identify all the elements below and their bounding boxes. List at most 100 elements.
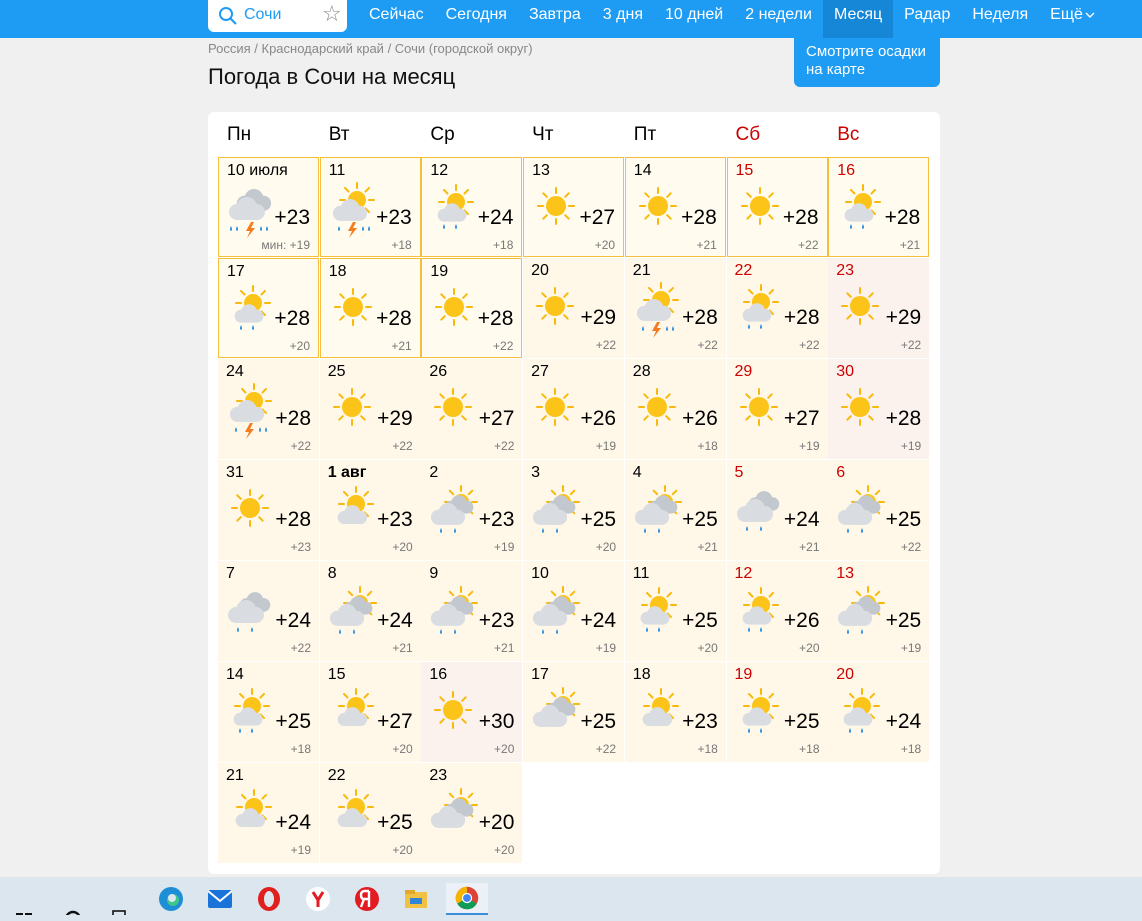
calendar-day-cell[interactable]: 21 +28 +22 (624, 258, 726, 358)
calendar-day-cell[interactable]: 22 +25 +20 (319, 763, 421, 863)
calendar-day-cell[interactable]: 20 +29 +22 (523, 258, 625, 358)
nav-today[interactable]: Сегодня (435, 0, 518, 38)
calendar-day-cell[interactable]: 8 +24 +21 (319, 561, 421, 661)
sun-cloud-rain-icon (233, 688, 270, 733)
sun-cloud-icon (642, 688, 679, 727)
calendar-day-cell[interactable]: 24 +28 +22 (218, 359, 319, 459)
chrome-browser-icon[interactable] (446, 883, 488, 915)
calendar-day-cell[interactable]: 12 +24 +18 (421, 157, 523, 257)
calendar-day-cell[interactable]: 18 +28 +21 (319, 258, 421, 358)
nav-week[interactable]: Неделя (961, 0, 1039, 38)
task-view-icon[interactable] (104, 883, 136, 915)
min-temperature: +22 (392, 439, 413, 453)
calendar-day-cell[interactable]: 7 +24 +22 (218, 561, 319, 661)
day-date: 15 (327, 666, 346, 683)
max-temperature: +27 (478, 407, 515, 430)
sun-clouds-rain-icon (532, 485, 581, 533)
file-explorer-icon[interactable] (400, 883, 432, 915)
nav-3-days[interactable]: 3 дня (592, 0, 654, 38)
max-temperature: +25 (682, 508, 718, 531)
calendar-day-cell[interactable]: 3 +25 +20 (523, 460, 625, 560)
day-date: 9 (429, 565, 439, 582)
windows-start-icon[interactable] (8, 883, 40, 915)
min-temperature-row: +22 (799, 338, 819, 352)
sun-cloud-thunder-rain-icon (636, 282, 679, 338)
calendar-day-cell[interactable]: 15 +27 +20 (319, 662, 421, 762)
mail-icon[interactable] (204, 883, 236, 915)
nav-tomorrow[interactable]: Завтра (518, 0, 592, 38)
calendar-day-cell[interactable]: 12 +26 +20 (726, 561, 828, 661)
calendar-day-cell[interactable]: 6 +25 +22 (828, 460, 930, 560)
max-temperature: +25 (580, 508, 617, 531)
calendar-day-cell[interactable]: 27 +26 +19 (523, 359, 625, 459)
calendar-day-cell[interactable]: 4 +25 +21 (624, 460, 726, 560)
min-temperature-row: +19 (799, 439, 819, 453)
calendar-day-cell[interactable]: 14 +28 +21 (624, 157, 726, 257)
search-input[interactable]: Сочи (244, 6, 281, 24)
sun-cloud-rain-icon (742, 688, 779, 733)
day-date: 28 (632, 363, 651, 380)
min-temperature-row: +19 (494, 540, 514, 554)
calendar-day-cell[interactable]: 17 +28 +20 (218, 258, 319, 358)
calendar-day-cell[interactable]: 25 +29 +22 (319, 359, 421, 459)
nav-10-days[interactable]: 10 дней (654, 0, 734, 38)
calendar-day-cell[interactable]: 15 +28 +22 (726, 157, 828, 257)
breadcrumb-region[interactable]: Краснодарский край (262, 41, 384, 56)
calendar-day-cell[interactable]: 20 +24 +18 (828, 662, 930, 762)
edge-browser-icon[interactable] (155, 883, 187, 915)
sun-icon (434, 691, 473, 729)
calendar-day-cell[interactable]: 17 +25 +22 (523, 662, 625, 762)
yandex-icon[interactable] (351, 883, 383, 915)
calendar-day-cell[interactable]: 18 +23 +18 (624, 662, 726, 762)
sun-cloud-icon (337, 688, 374, 727)
calendar-day-cell[interactable]: 16 +28 +21 (828, 157, 930, 257)
calendar-day-cell[interactable]: 11 +23 +18 (319, 157, 421, 257)
day-date: 15 (735, 162, 754, 179)
min-temperature-row: +18 (799, 742, 819, 756)
calendar-day-cell[interactable]: 14 +25 +18 (218, 662, 319, 762)
calendar-day-cell[interactable]: 11 +25 +20 (624, 561, 726, 661)
nav-now[interactable]: Сейчас (358, 0, 435, 38)
yandex-browser-icon[interactable] (302, 883, 334, 915)
sun-clouds-rain-icon (838, 485, 886, 533)
calendar-day-cell[interactable]: 26 +27 +22 (421, 359, 523, 459)
min-temperature-row: +20 (290, 339, 310, 353)
calendar-day-cell[interactable]: 23 +29 +22 (828, 258, 930, 358)
calendar-day-cell[interactable]: 23 +20 +20 (421, 763, 523, 863)
calendar-day-cell[interactable]: 19 +28 +22 (421, 258, 523, 358)
day-date: 17 (531, 666, 549, 683)
calendar-day-cell[interactable]: 28 +26 +18 (624, 359, 726, 459)
nav-2-weeks[interactable]: 2 недели (734, 0, 823, 38)
calendar-day-cell[interactable]: 5 +24 +21 (726, 460, 828, 560)
calendar-day-cell[interactable]: 29 +27 +19 (726, 359, 828, 459)
max-temperature: +29 (580, 306, 617, 329)
calendar-day-cell[interactable]: 2 +23 +19 (421, 460, 523, 560)
breadcrumb-country[interactable]: Россия (208, 41, 251, 56)
calendar-day-cell[interactable]: 21 +24 +19 (218, 763, 319, 863)
calendar-day-cell[interactable]: 10 июля +23 мин: +19 (218, 157, 319, 257)
calendar-day-cell[interactable]: 13 +25 +19 (828, 561, 930, 661)
calendar-day-cell[interactable]: 31 +28 +23 (218, 460, 319, 560)
calendar-day-cell[interactable]: 30 +28 +19 (828, 359, 930, 459)
nav-month[interactable]: Месяц (822, 0, 894, 38)
sun-icon (638, 187, 677, 225)
calendar-day-cell[interactable]: 16 +30 +20 (421, 662, 523, 762)
weekday-wednesday: Ср (430, 124, 455, 145)
nav-more[interactable]: Ещё (1039, 0, 1106, 38)
calendar-day-cell[interactable]: 19 +25 +18 (726, 662, 828, 762)
nav-radar[interactable]: Радар (893, 0, 961, 38)
calendar-day-cell[interactable]: 22 +28 +22 (726, 258, 828, 358)
search-icon[interactable] (58, 883, 90, 915)
search-box[interactable]: Сочи ☆ (208, 0, 347, 32)
opera-browser-icon[interactable] (253, 883, 285, 915)
calendar-day-cell[interactable]: 1 авг +23 +20 (319, 460, 421, 560)
calendar-day-cell[interactable]: 13 +27 +20 (523, 157, 625, 257)
precipitation-map-promo[interactable]: Смотрите осадки на карте (794, 38, 940, 87)
min-temperature-row: +21 (696, 238, 716, 252)
calendar-day-cell[interactable]: 9 +23 +21 (421, 561, 523, 661)
day-date: 18 (328, 263, 347, 280)
calendar-day-cell[interactable]: 10 +24 +19 (523, 561, 625, 661)
favorite-star-icon[interactable]: ☆ (322, 3, 342, 25)
max-temperature: +28 (275, 407, 311, 430)
breadcrumb-district[interactable]: Сочи (городской округ) (395, 41, 533, 56)
